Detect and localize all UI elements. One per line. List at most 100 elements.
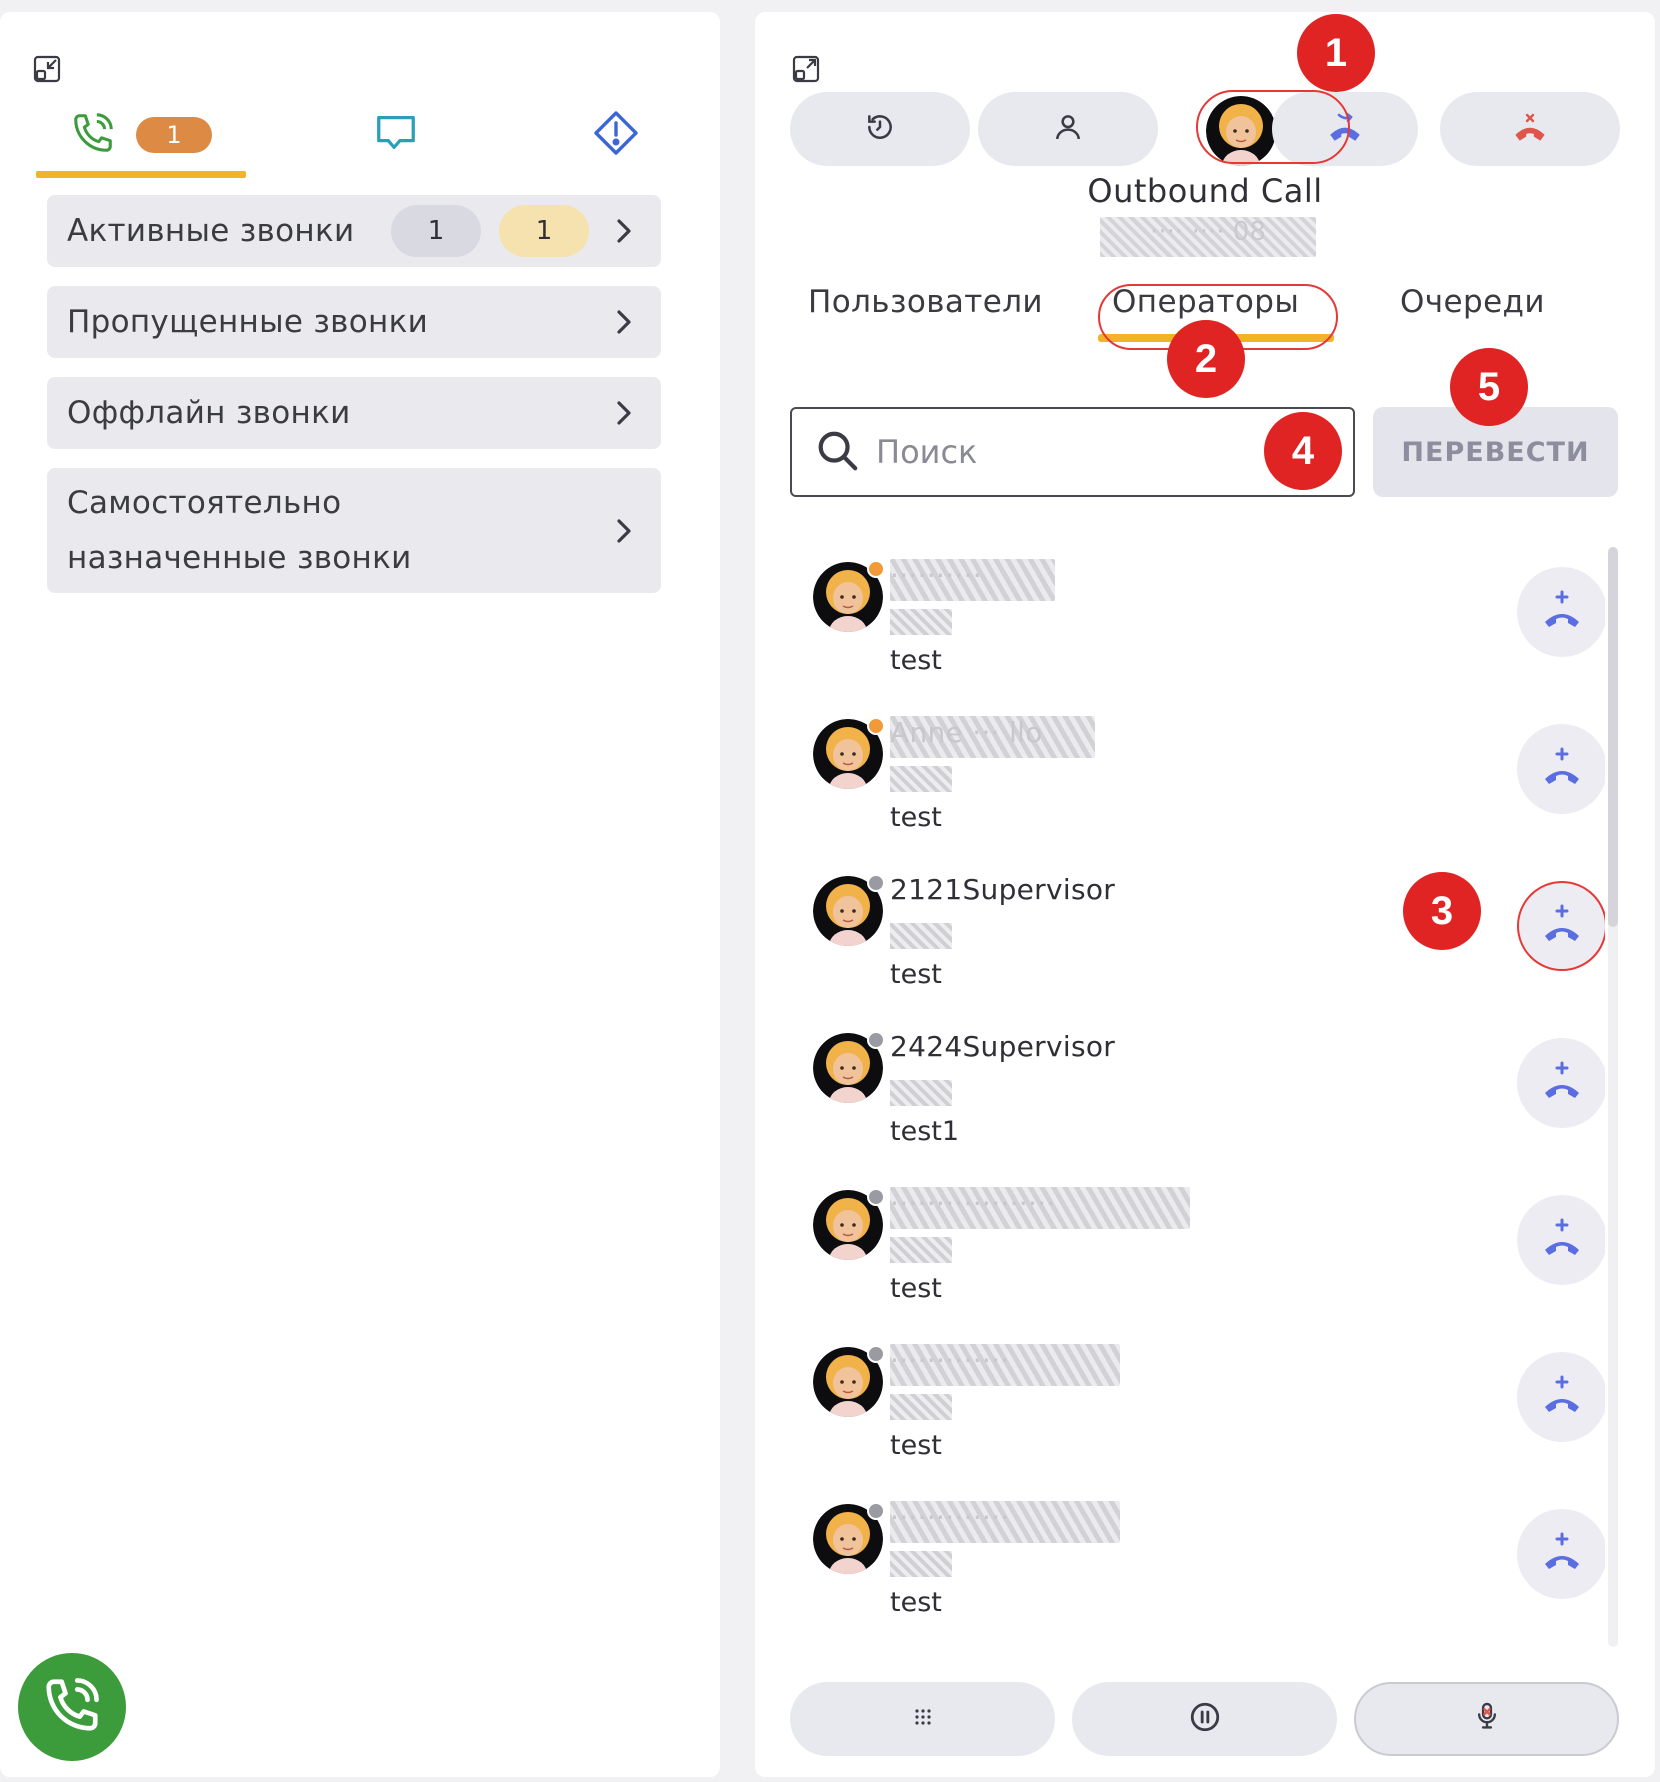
hangup-icon [1512, 111, 1548, 147]
operator-name: ············· [890, 1501, 1120, 1543]
add-call-icon [1537, 1216, 1587, 1264]
operator-extension: ···· [890, 1394, 952, 1420]
operator-name: ·················· [890, 1187, 1190, 1229]
mute-button[interactable] [1354, 1682, 1619, 1756]
calls-count-badge: 1 [136, 117, 212, 153]
avatar [813, 1502, 885, 1574]
scrollbar-thumb[interactable] [1608, 547, 1618, 927]
add-to-call-button[interactable] [1517, 724, 1605, 814]
add-to-call-button[interactable] [1517, 1038, 1605, 1128]
list-item: 2424Supervisor ···· test1 [785, 1018, 1605, 1168]
annotation-marker-2: 2 [1167, 320, 1245, 398]
menu-item-label: Самостоятельно назначенные звонки [67, 484, 412, 576]
offline-status-icon [867, 1031, 885, 1049]
menu-active-calls[interactable]: Активные звонки 1 1 [47, 195, 661, 267]
annotation-marker-4: 4 [1264, 412, 1342, 490]
offline-status-icon [867, 1345, 885, 1363]
operator-group: test [890, 1430, 942, 1461]
paused-status-icon [867, 560, 885, 578]
list-scrollbar[interactable] [1608, 547, 1618, 1647]
operator-group: test1 [890, 1116, 960, 1147]
avatar [813, 1345, 885, 1417]
avatar [813, 1188, 885, 1260]
list-item: ·················· ···· test [785, 1175, 1605, 1325]
operators-list: ·········· ···· test Anne ··· llo ···· t… [785, 547, 1605, 1637]
add-to-call-button[interactable] [1517, 1352, 1605, 1442]
operator-extension: ···· [890, 766, 952, 792]
offline-status-icon [867, 1502, 885, 1520]
add-to-call-button[interactable] [1517, 881, 1605, 971]
call-bottom-controls [790, 1682, 1620, 1756]
operator-name: 2424Supervisor [890, 1030, 1116, 1063]
operator-extension: ···· [890, 1080, 952, 1106]
waiting-calls-count-badge: 1 [499, 205, 589, 257]
expand-icon[interactable] [789, 52, 823, 86]
add-to-call-button[interactable] [1517, 1195, 1605, 1285]
menu-item-label: Оффлайн звонки [67, 394, 351, 431]
annotation-marker-1: 1 [1297, 14, 1375, 92]
contact-button[interactable] [978, 92, 1158, 166]
avatar [813, 717, 885, 789]
operator-extension: ···· [890, 1237, 952, 1263]
offline-status-icon [867, 874, 885, 892]
menu-offline-calls[interactable]: Оффлайн звонки [47, 377, 661, 449]
tab-queues[interactable]: Очереди [1400, 284, 1545, 320]
search-input[interactable] [876, 433, 1256, 471]
avatar [813, 560, 885, 632]
avatar [813, 874, 885, 946]
operator-group: test [890, 802, 942, 833]
paused-status-icon [867, 717, 885, 735]
transfer-call-button[interactable] [1272, 92, 1418, 166]
transfer-call-icon [1327, 111, 1363, 147]
list-item: ·········· ···· test [785, 547, 1605, 697]
chat-icon [373, 110, 419, 160]
hangup-button[interactable] [1440, 92, 1620, 166]
operator-group: test [890, 1273, 942, 1304]
menu-self-assigned-calls[interactable]: Самостоятельно назначенные звонки [47, 468, 661, 593]
menu-item-label: Пропущенные звонки [67, 303, 429, 340]
microphone-muted-icon [1471, 1700, 1503, 1738]
menu-item-label: Активные звонки [67, 212, 355, 249]
add-call-icon [1537, 1530, 1587, 1578]
tab-operators[interactable]: Операторы [1112, 284, 1299, 320]
list-item: 2121Supervisor ···· test [785, 861, 1605, 1011]
operator-extension: ···· [890, 609, 952, 635]
search-icon [814, 427, 860, 477]
avatar [813, 1031, 885, 1103]
add-call-icon [1537, 588, 1587, 636]
tab-calls[interactable]: 1 [36, 92, 246, 178]
active-calls-count-badge: 1 [391, 205, 481, 257]
call-controls [790, 90, 1620, 166]
chevron-right-icon [607, 305, 641, 339]
list-item: ············· ···· test [785, 1489, 1605, 1637]
chevron-right-icon [607, 514, 641, 548]
operator-extension: ···· [890, 1551, 952, 1577]
call-number-redacted: ···· ···· 08 [1100, 217, 1316, 257]
calls-menu: Активные звонки 1 1 Пропущенные звонки О… [47, 195, 661, 612]
pause-icon [1188, 1700, 1222, 1738]
active-tab-underline [36, 171, 246, 178]
call-title: Outbound Call [1087, 172, 1323, 210]
softphone-button[interactable] [18, 1653, 126, 1761]
call-history-button[interactable] [790, 92, 970, 166]
hold-button[interactable] [1072, 1682, 1337, 1756]
operator-name: Anne ··· llo [890, 716, 1095, 758]
tab-users[interactable]: Пользователи [808, 284, 1043, 320]
add-call-icon [1537, 1373, 1587, 1421]
annotation-marker-3: 3 [1403, 872, 1481, 950]
call-panel: Outbound Call ···· ···· 08 Пользователи … [755, 12, 1655, 1777]
annotation-marker-5: 5 [1450, 348, 1528, 426]
add-to-call-button[interactable] [1517, 567, 1605, 657]
keypad-button[interactable] [790, 1682, 1055, 1756]
operator-group: test [890, 1587, 942, 1618]
tab-chats[interactable] [326, 92, 466, 178]
operator-name: ············· [890, 1344, 1120, 1386]
collapse-icon[interactable] [30, 52, 64, 86]
menu-missed-calls[interactable]: Пропущенные звонки [47, 286, 661, 358]
user-icon [1052, 111, 1084, 147]
channel-tabs: 1 [36, 92, 676, 178]
tab-alerts[interactable] [546, 92, 686, 178]
phone-icon [70, 110, 116, 160]
operator-name: ·········· [890, 559, 1055, 601]
add-to-call-button[interactable] [1517, 1509, 1605, 1599]
